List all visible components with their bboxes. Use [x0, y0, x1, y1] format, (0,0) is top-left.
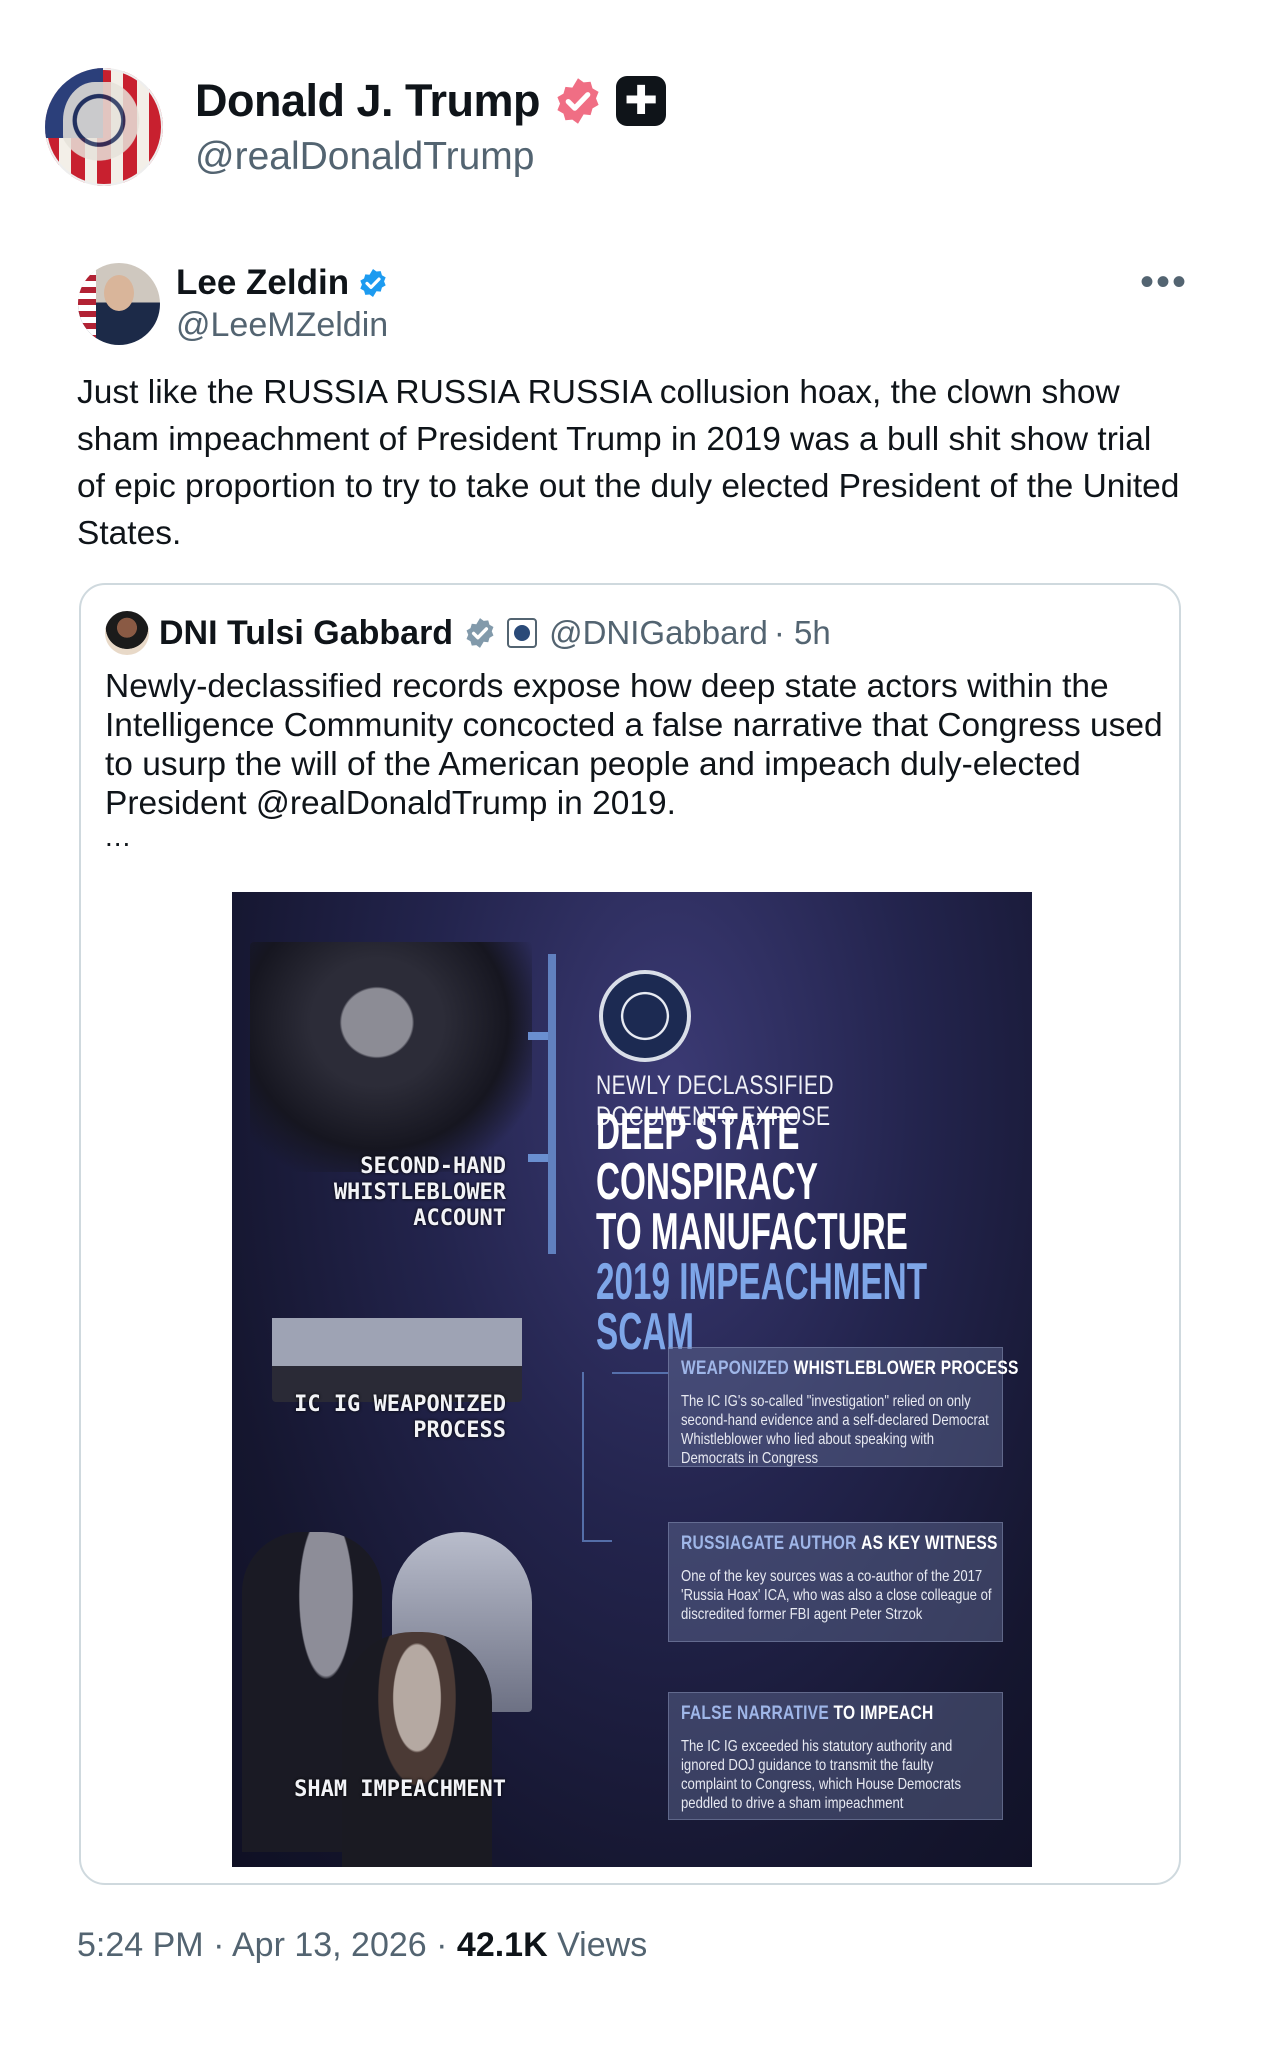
inner-quote-header: DNI Tulsi Gabbard @DNIGabbard · 5h [105, 611, 831, 655]
trump-phone-photo [250, 942, 532, 1172]
odni-seal-icon [599, 970, 691, 1062]
inner-quote-text: Newly-declassified records expose how de… [105, 668, 1163, 822]
post-header: Donald J. Trump ✚ @realDonaldTrump [45, 68, 667, 186]
quoted-author-name[interactable]: Lee Zeldin [176, 263, 349, 303]
infographic-label-sham: SHAM IMPEACHMENT [294, 1777, 506, 1802]
inner-author-avatar[interactable] [105, 611, 149, 655]
white-house-photo [272, 1282, 522, 1402]
timeline-tick [528, 1154, 548, 1162]
info-box-title: RUSSIAGATE AUTHOR AS KEY WITNESS [681, 1533, 998, 1554]
timeline-tick [528, 1032, 548, 1040]
connector-line [612, 1372, 668, 1374]
separator-dot: · [436, 1926, 448, 1964]
info-box-body: The IC IG exceeded his statutory authori… [681, 1738, 962, 1812]
inner-quote-ellipsis: ... [105, 821, 132, 852]
inner-post-age: · 5h [773, 614, 831, 651]
info-box-title: WEAPONIZED WHISTLEBLOWER PROCESS [681, 1358, 1019, 1379]
connector-line [582, 1372, 612, 1542]
inner-quote-card[interactable]: DNI Tulsi Gabbard @DNIGabbard · 5h Newly… [79, 583, 1181, 1885]
government-seal-icon [507, 618, 538, 648]
author-avatar[interactable] [45, 68, 163, 186]
verified-check-icon [360, 269, 386, 297]
info-box-title: FALSE NARRATIVE TO IMPEACH [681, 1703, 934, 1724]
affiliate-badge-icon: ✚ [616, 76, 667, 126]
infographic-heading: DEEP STATE CONSPIRACY TO MANUFACTURE 201… [596, 1103, 929, 1358]
gray-verified-check-icon [466, 618, 494, 648]
info-box-russiagate: RUSSIAGATE AUTHOR AS KEY WITNESS One of … [668, 1522, 1003, 1642]
heading-line-1: DEEP STATE CONSPIRACY [596, 1103, 818, 1211]
pelosi-photo [342, 1632, 492, 1867]
quoted-post-header: Lee Zeldin @LeeMZeldin [78, 263, 389, 345]
infographic-label-weaponized: IC IG WEAPONIZED PROCESS [294, 1392, 506, 1443]
author-handle[interactable]: @realDonaldTrump [195, 135, 666, 179]
info-box-body: One of the key sources was a co-author o… [681, 1568, 992, 1623]
quoted-author-handle[interactable]: @LeeMZeldin [176, 306, 389, 345]
info-box-body: The IC IG's so-called "investigation" re… [681, 1393, 989, 1467]
views-label: Views [557, 1926, 648, 1964]
more-options-icon[interactable]: ••• [1140, 262, 1188, 302]
heading-line-3: 2019 IMPEACHMENT [596, 1253, 928, 1311]
inner-author-handle[interactable]: @DNIGabbard [549, 614, 768, 652]
infographic-label-whistleblower: SECOND-HAND WHISTLEBLOWER ACCOUNT [333, 1154, 506, 1231]
info-box-weaponized: WEAPONIZED WHISTLEBLOWER PROCESS The IC … [668, 1347, 1019, 1467]
post-footer: 5:24 PM · Apr 13, 2026 · 42.1K Views [77, 1926, 647, 1965]
views-count[interactable]: 42.1K [457, 1926, 548, 1964]
info-box-false-narrative: FALSE NARRATIVE TO IMPEACH The IC IG exc… [668, 1692, 1003, 1820]
timeline-line [548, 954, 556, 1254]
quoted-author-avatar[interactable] [78, 263, 160, 345]
post-time[interactable]: 5:24 PM [77, 1926, 204, 1964]
author-name[interactable]: Donald J. Trump [195, 75, 541, 127]
verified-badge-icon [557, 78, 599, 124]
quoted-post-text: Just like the RUSSIA RUSSIA RUSSIA collu… [77, 374, 1180, 552]
infographic-image[interactable]: SECOND-HAND WHISTLEBLOWER ACCOUNT IC IG … [232, 892, 1032, 1867]
heading-line-2: TO MANUFACTURE [596, 1203, 908, 1261]
author-names: Donald J. Trump ✚ @realDonaldTrump [195, 75, 667, 179]
separator-dot: · [213, 1926, 225, 1964]
inner-author-name[interactable]: DNI Tulsi Gabbard [159, 614, 453, 653]
post-date[interactable]: Apr 13, 2026 [232, 1926, 427, 1964]
